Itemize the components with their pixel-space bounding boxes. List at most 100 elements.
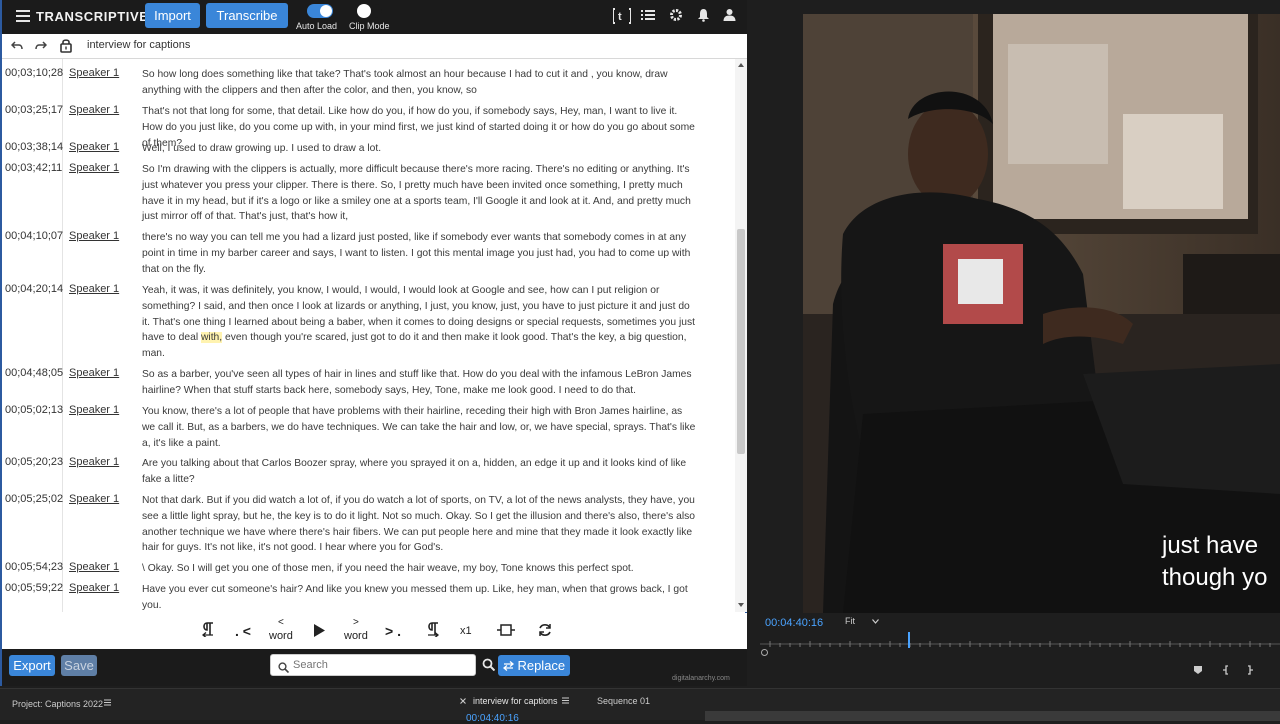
row-speaker[interactable]: Speaker 1 bbox=[69, 104, 119, 116]
row-timecode[interactable]: 00;04;10;07 bbox=[5, 230, 63, 242]
row-speaker[interactable]: Speaker 1 bbox=[69, 67, 119, 79]
scroll-down-arrow-icon[interactable] bbox=[738, 603, 744, 607]
next-word-button[interactable]: > word bbox=[344, 617, 368, 643]
lock-icon[interactable] bbox=[60, 38, 72, 56]
search-box[interactable] bbox=[270, 654, 476, 676]
next-word-arrow: > bbox=[353, 617, 359, 628]
row-text[interactable]: Have you ever cut someone's hair? And li… bbox=[142, 582, 697, 612]
row-timecode[interactable]: 00;05;02;13 bbox=[5, 404, 63, 416]
transcript-scrollbar[interactable] bbox=[735, 59, 747, 612]
redo-icon[interactable] bbox=[35, 39, 48, 54]
row-text[interactable]: Well, I used to draw growing up. I used … bbox=[142, 141, 697, 157]
sequence-menu-icon[interactable] bbox=[562, 696, 569, 706]
sequence-tab[interactable]: interview for captions bbox=[473, 696, 558, 706]
search-icon bbox=[278, 660, 290, 678]
prev-paragraph-icon[interactable] bbox=[201, 622, 215, 640]
user-icon[interactable] bbox=[723, 8, 739, 24]
row-timecode[interactable]: 00;03;42;11 bbox=[5, 162, 62, 174]
timeline-start-marker-icon[interactable] bbox=[761, 649, 768, 656]
row-timecode[interactable]: 00;05;59;22 bbox=[5, 582, 63, 594]
row-speaker[interactable]: Speaker 1 bbox=[69, 162, 119, 174]
video-caption: just have though yo bbox=[1158, 530, 1280, 594]
import-button[interactable]: Import bbox=[145, 3, 200, 28]
play-icon[interactable] bbox=[313, 624, 325, 640]
prev-sentence-button[interactable]: . < bbox=[235, 623, 251, 639]
row-speaker[interactable]: Speaker 1 bbox=[69, 582, 119, 594]
caption-line-1: just have bbox=[1162, 532, 1259, 559]
prev-word-button[interactable]: < word bbox=[269, 618, 293, 643]
sync-refresh-icon[interactable] bbox=[538, 623, 552, 640]
document-bar: interview for captions bbox=[2, 34, 747, 59]
current-word-highlight[interactable]: with, bbox=[200, 332, 223, 344]
clip-mode-toggle[interactable] bbox=[356, 4, 382, 18]
next-paragraph-icon[interactable] bbox=[426, 622, 440, 640]
video-frame-image bbox=[803, 14, 1280, 613]
marker-icon[interactable] bbox=[1193, 665, 1203, 678]
program-timecode[interactable]: 00:04:40:16 bbox=[765, 617, 823, 629]
row-speaker[interactable]: Speaker 1 bbox=[69, 561, 119, 573]
transcribe-button[interactable]: Transcribe bbox=[206, 3, 288, 28]
row-text[interactable]: Yeah, it was, it was definitely, you kno… bbox=[142, 283, 697, 362]
row-text[interactable]: You know, there's a lot of people that h… bbox=[142, 404, 697, 451]
row-text[interactable]: So how long does something like that tak… bbox=[142, 67, 697, 99]
row-speaker[interactable]: Speaker 1 bbox=[69, 230, 119, 242]
bottom-toolbar: Export Save Replace digitalanarchy.com bbox=[2, 649, 747, 686]
program-monitor[interactable]: just have though yo bbox=[803, 14, 1280, 613]
row-text[interactable]: So as a barber, you've seen all types of… bbox=[142, 367, 697, 399]
playhead[interactable] bbox=[908, 632, 910, 648]
fit-width-icon[interactable] bbox=[497, 624, 515, 639]
project-tab[interactable]: Project: Captions 2022 bbox=[12, 699, 103, 709]
mark-in-icon[interactable] bbox=[1222, 665, 1230, 678]
transcript-list: 00;03;10;28 Speaker 1 So how long does s… bbox=[2, 59, 735, 612]
row-speaker[interactable]: Speaker 1 bbox=[69, 367, 119, 379]
row-timecode[interactable]: 00;04;20;14 bbox=[5, 283, 63, 295]
search-input[interactable] bbox=[293, 657, 473, 673]
list-icon[interactable] bbox=[641, 8, 657, 24]
panel-menu-icon[interactable] bbox=[104, 698, 111, 708]
row-timecode[interactable]: 00;04;48;05 bbox=[5, 367, 63, 379]
row-text[interactable]: So I'm drawing with the clippers is actu… bbox=[142, 162, 697, 225]
document-title: interview for captions bbox=[87, 39, 191, 51]
row-speaker[interactable]: Speaker 1 bbox=[69, 493, 119, 505]
bell-icon[interactable] bbox=[697, 8, 713, 24]
credit-text: digitalanarchy.com bbox=[672, 675, 730, 682]
row-timecode[interactable]: 00;05;25;02 bbox=[5, 493, 63, 505]
mark-out-icon[interactable] bbox=[1246, 665, 1254, 678]
next-word-label: word bbox=[344, 630, 368, 642]
search-button-icon[interactable] bbox=[482, 658, 496, 676]
playback-speed-button[interactable]: x1 bbox=[460, 625, 472, 637]
sequence-01-tab[interactable]: Sequence 01 bbox=[597, 696, 650, 706]
row-speaker[interactable]: Speaker 1 bbox=[69, 141, 119, 153]
row-text[interactable]: Are you talking about that Carlos Boozer… bbox=[142, 456, 697, 488]
scroll-thumb[interactable] bbox=[737, 229, 745, 454]
row-text[interactable]: Not that dark. But if you did watch a lo… bbox=[142, 493, 697, 556]
svg-text:t: t bbox=[618, 11, 622, 23]
row-speaker[interactable]: Speaker 1 bbox=[69, 404, 119, 416]
next-sentence-button[interactable]: > . bbox=[385, 623, 401, 639]
row-speaker[interactable]: Speaker 1 bbox=[69, 283, 119, 295]
top-toolbar: TRANSCRIPTIVE Import Transcribe Auto Loa… bbox=[2, 0, 747, 34]
auto-load-toggle[interactable] bbox=[307, 4, 333, 18]
export-button[interactable]: Export bbox=[9, 655, 55, 676]
save-button[interactable]: Save bbox=[61, 655, 97, 676]
row-text[interactable]: \ Okay. So I will get you one of those m… bbox=[142, 561, 697, 577]
timeline-ruler[interactable] bbox=[760, 636, 1280, 650]
row-timecode[interactable]: 00;05;20;23 bbox=[5, 456, 63, 468]
undo-icon[interactable] bbox=[10, 39, 23, 54]
close-tab-icon[interactable] bbox=[460, 696, 466, 707]
playback-controls: . < < word > word > . x1 bbox=[2, 613, 747, 649]
row-text[interactable]: there's no way you can tell me you had a… bbox=[142, 230, 697, 277]
row-timecode[interactable]: 00;05;54;23 bbox=[5, 561, 63, 573]
sequence-timecode[interactable]: 00:04:40:16 bbox=[466, 713, 519, 724]
replace-button[interactable]: Replace bbox=[498, 655, 570, 676]
row-timecode[interactable]: 00;03;10;28 bbox=[5, 67, 63, 79]
menu-icon[interactable] bbox=[16, 10, 30, 22]
row-timecode[interactable]: 00;03;25;17 bbox=[5, 104, 63, 116]
row-timecode[interactable]: 00;03;38;14 bbox=[5, 141, 63, 153]
caption-bracket-icon[interactable]: t bbox=[612, 8, 632, 24]
gear-icon[interactable] bbox=[669, 8, 685, 24]
scroll-up-arrow-icon[interactable] bbox=[738, 63, 744, 67]
row-speaker[interactable]: Speaker 1 bbox=[69, 456, 119, 468]
chevron-down-icon bbox=[871, 616, 879, 626]
fit-dropdown[interactable]: Fit bbox=[845, 616, 890, 630]
